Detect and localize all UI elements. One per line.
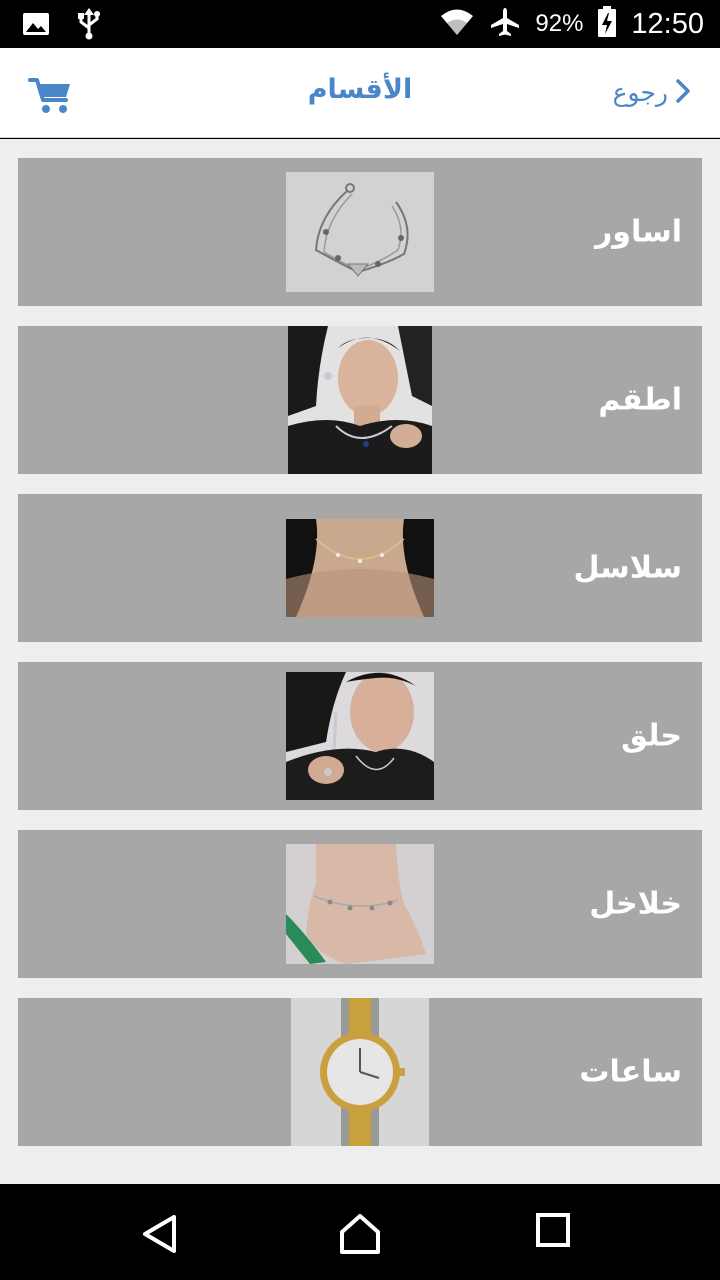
category-label: اطقم (598, 382, 682, 418)
app-header: الأقسام رجوع (0, 48, 720, 138)
chevron-right-icon (676, 78, 690, 107)
home-icon (338, 1214, 382, 1260)
category-card[interactable]: حلق (18, 662, 702, 810)
anklet-photo (286, 844, 434, 964)
watch-photo (291, 998, 429, 1146)
status-bar: 92% 12:50 (0, 0, 720, 48)
category-label: سلاسل (573, 550, 682, 586)
jewelry-set-photo (288, 326, 432, 474)
battery-percent: 92% (535, 10, 584, 37)
navigation-bar (0, 1184, 720, 1280)
airplane-icon (489, 6, 521, 42)
wifi-icon (439, 7, 475, 41)
back-triangle-icon (138, 1215, 182, 1260)
necklace-photo (286, 519, 434, 617)
bracelet-photo (286, 172, 434, 292)
category-label: خلاخل (589, 886, 682, 922)
earrings-photo (286, 672, 434, 800)
category-card[interactable]: اطقم (18, 326, 702, 474)
nav-back-button[interactable] (138, 1212, 182, 1256)
image-icon (22, 10, 50, 42)
categories-screen: اساور اطقم سلاسل حلق خلاخل ساعات (0, 139, 720, 1184)
recents-square-icon (535, 1213, 571, 1252)
clock: 12:50 (631, 7, 704, 40)
nav-recents-button[interactable] (535, 1212, 579, 1256)
battery-charging-icon (597, 6, 617, 42)
category-label: ساعات (579, 1054, 682, 1090)
back-label: رجوع (612, 78, 668, 107)
category-label: حلق (621, 718, 682, 754)
category-card[interactable]: ساعات (18, 998, 702, 1146)
category-card[interactable]: سلاسل (18, 494, 702, 642)
category-card[interactable]: اساور (18, 158, 702, 306)
usb-icon (76, 8, 102, 44)
back-button[interactable]: رجوع (613, 78, 690, 107)
category-card[interactable]: خلاخل (18, 830, 702, 978)
category-list: اساور اطقم سلاسل حلق خلاخل ساعات (18, 158, 702, 1166)
nav-home-button[interactable] (338, 1212, 382, 1256)
category-label: اساور (595, 214, 682, 250)
